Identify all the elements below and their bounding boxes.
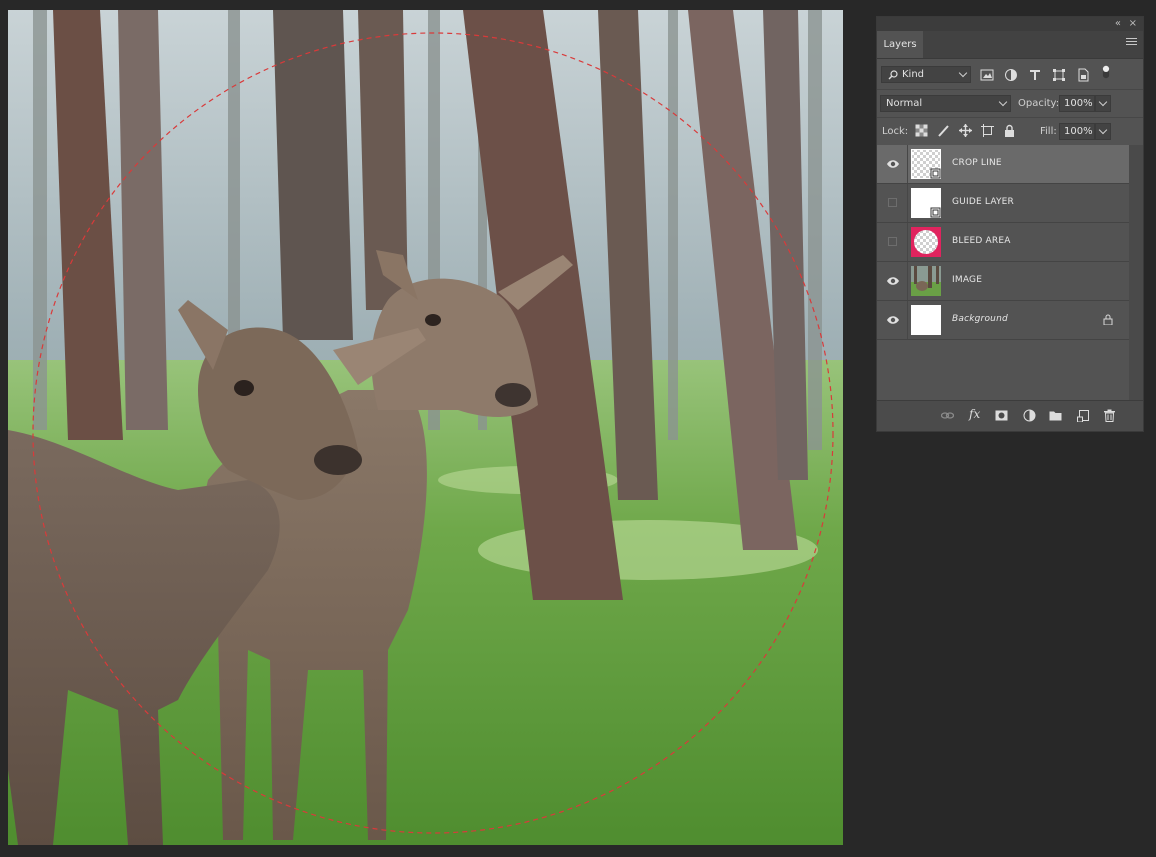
panel-tab-bar: Layers	[877, 31, 1143, 59]
delete-layer-icon[interactable]	[1103, 409, 1116, 422]
shape-filter-icon[interactable]	[1052, 68, 1066, 82]
document-canvas[interactable]	[8, 10, 843, 845]
add-mask-icon[interactable]	[995, 409, 1008, 422]
filter-kind-dropdown[interactable]: Kind	[881, 66, 971, 83]
layers-bottom-toolbar: fx	[877, 400, 1143, 431]
panel-title-bar: « ×	[877, 17, 1143, 31]
fill-dropdown-toggle[interactable]	[1095, 123, 1111, 140]
collapse-panel-icon[interactable]: «	[1115, 17, 1121, 31]
visibility-eye-icon[interactable]	[886, 275, 900, 287]
visibility-eye-icon[interactable]	[886, 314, 900, 326]
blend-mode-value: Normal	[886, 98, 923, 109]
adjustment-filter-icon[interactable]	[1004, 68, 1018, 82]
filter-kind-label: Kind	[902, 69, 925, 80]
adjustment-layer-icon[interactable]	[1023, 409, 1036, 422]
lock-all-icon[interactable]	[1003, 124, 1016, 137]
smart-object-filter-icon[interactable]	[1076, 68, 1090, 82]
lock-image-pixels-icon[interactable]	[937, 124, 950, 137]
fill-value: 100%	[1064, 126, 1093, 137]
layer-row-background[interactable]: Background	[877, 301, 1130, 340]
fill-input[interactable]: 100%	[1059, 123, 1095, 140]
layer-thumbnail	[911, 227, 941, 257]
lock-label: Lock:	[882, 126, 909, 137]
layer-row-bleed-area[interactable]: BLEED AREA	[877, 223, 1130, 262]
opacity-input[interactable]: 100%	[1059, 95, 1095, 112]
panel-menu-icon[interactable]	[1126, 38, 1137, 48]
lock-artboard-icon[interactable]	[981, 124, 994, 137]
link-layers-icon[interactable]	[941, 409, 954, 422]
visibility-off-box[interactable]	[888, 198, 897, 207]
opacity-label: Opacity:	[1018, 98, 1060, 109]
layer-row-crop-line[interactable]: CROP LINE	[877, 145, 1130, 184]
type-filter-icon[interactable]	[1028, 68, 1042, 82]
layer-lock-icon[interactable]	[1103, 314, 1113, 325]
visibility-eye-icon[interactable]	[886, 158, 900, 170]
new-layer-icon[interactable]	[1077, 409, 1090, 422]
lock-transparent-pixels-icon[interactable]	[915, 124, 928, 137]
filter-toggle-icon[interactable]	[1099, 65, 1113, 79]
visibility-off-box[interactable]	[888, 237, 897, 246]
blend-opacity-row: Normal Opacity: 100%	[877, 90, 1143, 118]
layer-name: GUIDE LAYER	[952, 197, 1015, 207]
canvas-artwork	[8, 10, 843, 845]
tab-layers[interactable]: Layers	[877, 31, 923, 58]
layer-filter-row: Kind	[877, 59, 1143, 90]
lock-position-icon[interactable]	[959, 124, 972, 137]
new-group-icon[interactable]	[1049, 409, 1062, 422]
close-panel-icon[interactable]: ×	[1129, 17, 1137, 31]
blend-mode-dropdown[interactable]: Normal	[880, 95, 1011, 112]
layer-row-image[interactable]: IMAGE	[877, 262, 1130, 301]
layer-thumbnail	[911, 266, 941, 296]
image-filter-icon[interactable]	[980, 68, 994, 82]
layer-thumbnail	[911, 188, 941, 218]
layer-name: IMAGE	[952, 275, 983, 285]
layer-name: Background	[952, 314, 1008, 324]
layer-name: BLEED AREA	[952, 236, 1011, 246]
layer-list: CROP LINE GUIDE LAYER BLEED AREA IMAGE B…	[877, 145, 1130, 340]
layer-list-scrollbar[interactable]	[1129, 145, 1143, 400]
layer-thumbnail	[911, 305, 941, 335]
opacity-value: 100%	[1064, 98, 1093, 109]
opacity-dropdown-toggle[interactable]	[1095, 95, 1111, 112]
layers-panel: « × Layers Kind Normal Opacity: 100% Loc…	[876, 16, 1144, 432]
layer-thumbnail	[911, 149, 941, 179]
fill-label: Fill:	[1040, 126, 1057, 137]
layer-name: CROP LINE	[952, 158, 1002, 168]
search-icon	[888, 70, 898, 80]
fx-icon[interactable]: fx	[969, 407, 982, 421]
lock-fill-row: Lock: Fill: 100%	[877, 118, 1143, 146]
layer-row-guide-layer[interactable]: GUIDE LAYER	[877, 184, 1130, 223]
